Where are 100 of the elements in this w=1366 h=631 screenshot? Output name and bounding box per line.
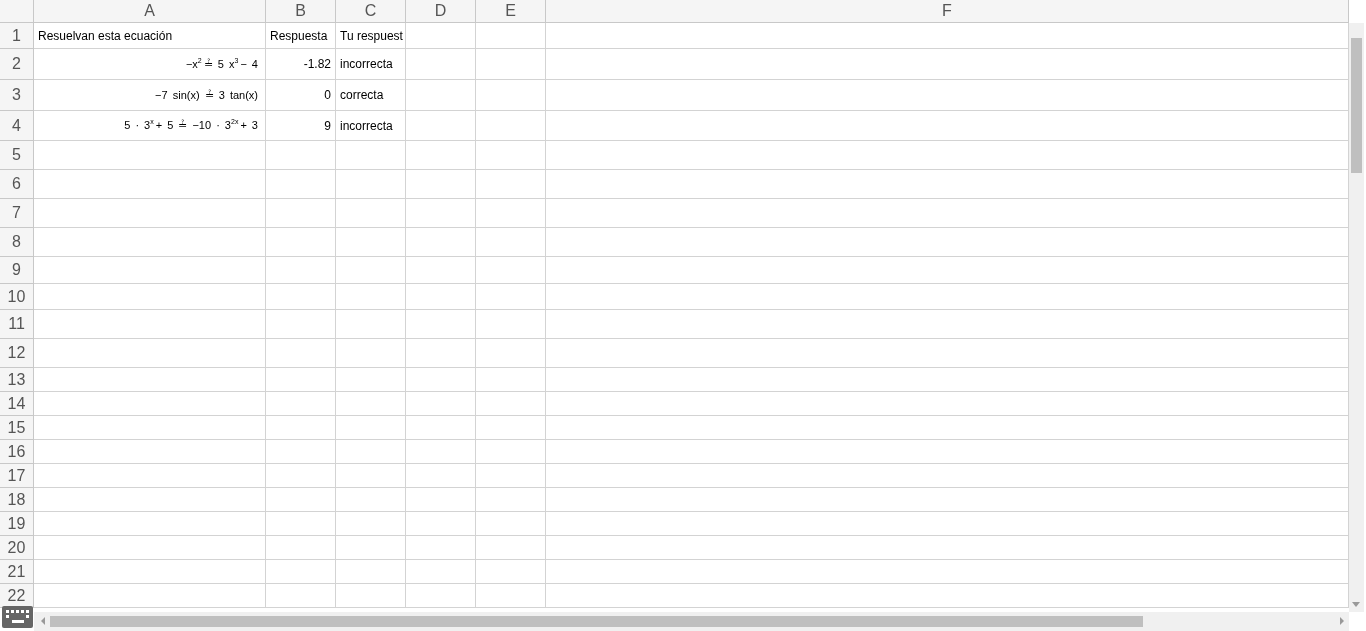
table-cell[interactable] (266, 440, 336, 464)
column-header[interactable]: C (336, 0, 406, 23)
table-cell[interactable] (266, 464, 336, 488)
row-header[interactable]: 18 (0, 488, 34, 512)
column-header[interactable]: F (546, 0, 1349, 23)
table-cell[interactable]: Respuesta (266, 23, 336, 49)
table-cell[interactable] (336, 392, 406, 416)
table-cell[interactable] (34, 284, 266, 310)
table-cell[interactable] (34, 464, 266, 488)
table-cell[interactable] (546, 80, 1349, 111)
table-cell[interactable] (406, 49, 476, 80)
table-cell[interactable]: incorrecta (336, 49, 406, 80)
table-cell[interactable] (476, 228, 546, 257)
table-cell[interactable] (34, 536, 266, 560)
table-cell[interactable] (336, 488, 406, 512)
select-all-corner[interactable] (0, 0, 34, 23)
table-cell[interactable] (546, 560, 1349, 584)
table-cell[interactable] (476, 199, 546, 228)
table-cell[interactable] (34, 257, 266, 284)
table-cell[interactable]: incorrecta (336, 111, 406, 141)
table-cell[interactable] (546, 368, 1349, 392)
table-cell[interactable] (476, 141, 546, 170)
table-cell[interactable] (406, 416, 476, 440)
table-cell[interactable] (546, 339, 1349, 368)
table-cell[interactable] (336, 339, 406, 368)
table-cell[interactable] (546, 23, 1349, 49)
table-cell[interactable] (476, 416, 546, 440)
table-cell[interactable]: -1.82 (266, 49, 336, 80)
table-cell[interactable] (34, 141, 266, 170)
table-cell[interactable] (406, 339, 476, 368)
table-cell[interactable] (406, 310, 476, 339)
table-cell[interactable] (476, 464, 546, 488)
table-cell[interactable] (266, 368, 336, 392)
table-cell[interactable] (546, 199, 1349, 228)
table-cell[interactable]: 9 (266, 111, 336, 141)
table-cell[interactable] (266, 170, 336, 199)
table-cell[interactable] (406, 512, 476, 536)
table-cell[interactable] (476, 536, 546, 560)
table-cell[interactable] (406, 536, 476, 560)
table-cell[interactable] (406, 560, 476, 584)
horizontal-scrollbar[interactable] (34, 612, 1349, 631)
table-cell[interactable] (336, 584, 406, 608)
table-cell[interactable] (546, 440, 1349, 464)
table-cell[interactable] (266, 416, 336, 440)
table-cell[interactable] (546, 464, 1349, 488)
table-cell[interactable] (546, 170, 1349, 199)
table-cell[interactable] (476, 111, 546, 141)
table-cell[interactable] (34, 228, 266, 257)
table-cell[interactable] (406, 488, 476, 512)
table-cell[interactable] (34, 339, 266, 368)
table-cell[interactable] (266, 488, 336, 512)
table-cell[interactable] (336, 310, 406, 339)
column-header[interactable]: D (406, 0, 476, 23)
row-header[interactable]: 12 (0, 339, 34, 368)
table-cell[interactable] (34, 368, 266, 392)
table-cell[interactable] (406, 440, 476, 464)
table-cell[interactable] (546, 310, 1349, 339)
table-cell[interactable] (546, 111, 1349, 141)
row-header[interactable]: 20 (0, 536, 34, 560)
row-header[interactable]: 21 (0, 560, 34, 584)
table-cell[interactable] (546, 416, 1349, 440)
formula-cell[interactable]: 5 · 3$^{x}$ + 5 ≟ −10 · 3$^{2x}$ + 3 (34, 111, 266, 141)
table-cell[interactable] (34, 560, 266, 584)
table-cell[interactable] (336, 368, 406, 392)
table-cell[interactable] (266, 257, 336, 284)
table-cell[interactable] (34, 440, 266, 464)
table-cell[interactable] (336, 257, 406, 284)
table-cell[interactable] (406, 257, 476, 284)
row-header[interactable]: 19 (0, 512, 34, 536)
column-header[interactable]: B (266, 0, 336, 23)
table-cell[interactable] (476, 23, 546, 49)
table-cell[interactable] (476, 339, 546, 368)
table-cell[interactable] (266, 228, 336, 257)
table-cell[interactable]: Resuelvan esta ecuación (34, 23, 266, 49)
table-cell[interactable] (266, 512, 336, 536)
table-cell[interactable] (406, 111, 476, 141)
vertical-scrollbar[interactable] (1349, 23, 1364, 612)
table-cell[interactable] (406, 368, 476, 392)
table-cell[interactable]: Tu respuest (336, 23, 406, 49)
table-cell[interactable] (266, 339, 336, 368)
table-cell[interactable] (34, 584, 266, 608)
table-cell[interactable] (406, 199, 476, 228)
row-header[interactable]: 13 (0, 368, 34, 392)
table-cell[interactable] (266, 310, 336, 339)
column-header[interactable]: E (476, 0, 546, 23)
table-cell[interactable] (476, 310, 546, 339)
table-cell[interactable] (546, 536, 1349, 560)
table-cell[interactable] (546, 488, 1349, 512)
row-header[interactable]: 2 (0, 49, 34, 80)
table-cell[interactable] (336, 416, 406, 440)
row-header[interactable]: 1 (0, 23, 34, 49)
table-cell[interactable] (546, 49, 1349, 80)
table-cell[interactable] (476, 440, 546, 464)
keyboard-icon[interactable] (2, 606, 33, 628)
table-cell[interactable] (266, 560, 336, 584)
row-header[interactable]: 11 (0, 310, 34, 339)
table-cell[interactable] (266, 584, 336, 608)
table-cell[interactable] (476, 560, 546, 584)
table-cell[interactable] (406, 141, 476, 170)
row-header[interactable]: 17 (0, 464, 34, 488)
